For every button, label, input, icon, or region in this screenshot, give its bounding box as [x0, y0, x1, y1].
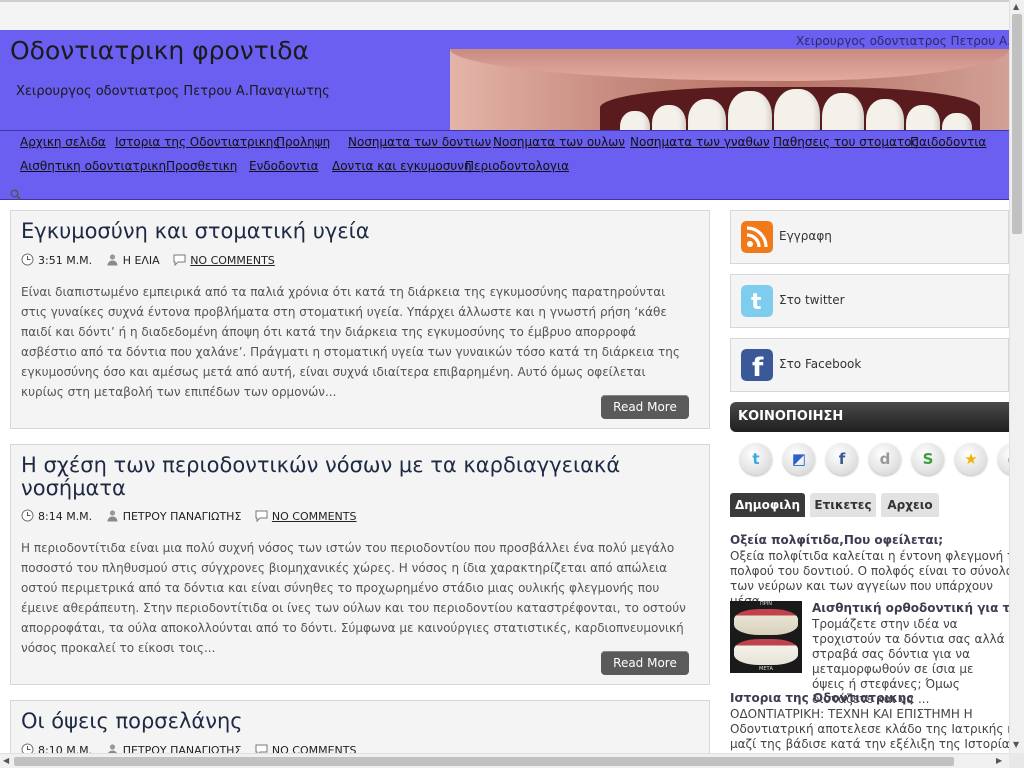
post-title[interactable]: Οι όψεις πορσελάνης: [21, 710, 661, 733]
twitter-share-icon[interactable]: t: [740, 443, 772, 475]
thumb-label-after: ΜΕΤΑ: [759, 666, 773, 672]
tooth-shape: [620, 111, 650, 130]
digg-share-icon[interactable]: d: [869, 443, 901, 475]
read-more-button[interactable]: Read More: [601, 651, 689, 675]
post-author[interactable]: ΠΕΤΡΟΥ ΠΑΝΑΓΙΩΤΗΣ: [123, 510, 242, 523]
subscribe-label: Εγγραφη: [779, 229, 832, 243]
favorite-share-icon[interactable]: ★: [955, 443, 987, 475]
post-meta: 8:14 Μ.Μ. ΠΕΤΡΟΥ ΠΑΝΑΓΙΩΤΗΣ NO COMMENTS: [21, 509, 357, 523]
post-card: Εγκυμοσύνη και στοματική υγεία 3:51 Μ.Μ.…: [10, 210, 710, 429]
scroll-down-icon[interactable]: ▼: [1013, 740, 1019, 749]
nav-item-periodontology[interactable]: Περιοδοντολογια: [465, 159, 569, 173]
popular-post-title[interactable]: Ιστορια της Οδοντιατρικης: [730, 691, 913, 705]
header-smile-image: [450, 49, 1009, 130]
nav-item-mouth-conditions[interactable]: Παθησεις του στοματος: [773, 135, 919, 149]
vertical-scrollbar[interactable]: ▲ ▼: [1009, 0, 1024, 753]
share-more-icon[interactable]: ●: [998, 443, 1009, 475]
facebook-label: Στο Facebook: [779, 357, 862, 371]
post-comments-link[interactable]: NO COMMENTS: [190, 254, 275, 267]
upper-lip-shape: [450, 49, 1009, 81]
popular-post-excerpt: ΟΔΟΝΤΙΑΤΡΙΚΗ: ΤΕΧΝΗ ΚΑΙ ΕΠΙΣΤΗΜΗ Η Οδοντ…: [730, 707, 1009, 755]
delicious-share-icon[interactable]: ◩: [783, 443, 815, 475]
tooth-shape: [728, 91, 772, 130]
tooth-shape: [906, 105, 940, 130]
thumb-teeth-before: [734, 609, 798, 635]
post-excerpt: Είναι διαπιστωμένο εμπειρικά από τα παλι…: [21, 285, 680, 399]
sidebar: Εγγραφη t Στο twitter f Στο Facebook ΚΟΙ…: [730, 200, 1009, 755]
subscribe-rss-box[interactable]: Εγγραφη: [730, 210, 1009, 264]
share-header: ΚΟΙΝΟΠΟΙΗΣΗ: [730, 402, 1009, 432]
browser-top-strip: [0, 0, 1009, 30]
popular-post-title[interactable]: Αισθητική ορθοδοντική για τους ενήλικες: [812, 601, 1009, 615]
post-card: Οι όψεις πορσελάνης 8:10 Μ.Μ. ΠΕΤΡΟΥ ΠΑΝ…: [10, 700, 710, 755]
tab-archive[interactable]: Αρχειο: [881, 493, 939, 517]
header-ticker: Χειρουργος οδοντιατρος Πετρου Α.Παναγιωτ…: [796, 34, 1009, 48]
scroll-up-icon[interactable]: ▲: [1013, 2, 1019, 11]
comment-icon: [173, 254, 186, 266]
tooth-shape: [822, 93, 864, 130]
popular-post-title[interactable]: Οξεία πολφίτιδα,Που οφείλεται;: [730, 533, 943, 547]
tooth-shape: [942, 113, 972, 130]
nav-item-jaw-diseases[interactable]: Νοσηματα των γναθων: [630, 135, 770, 149]
nav-item-aesthetic[interactable]: Αισθητικη οδοντιατρικη: [20, 159, 166, 173]
post-comments-link[interactable]: NO COMMENTS: [272, 510, 357, 523]
mouth-shape: [600, 87, 980, 130]
main-navigation: Αρχικη σελιδα Ιστορια της Οδοντιατρικης …: [0, 130, 1009, 201]
author-icon: [107, 254, 118, 266]
facebook-box[interactable]: f Στο Facebook: [730, 338, 1009, 392]
scroll-right-icon[interactable]: ▶: [996, 756, 1002, 765]
site-header: Οδοντιατρικη φροντιδα Χειρουργος οδοντια…: [0, 30, 1009, 130]
tooth-shape: [652, 105, 686, 130]
tooth-shape: [866, 99, 904, 130]
horizontal-scrollbar[interactable]: ◀ ▶: [0, 753, 1009, 768]
ticker-text: Χειρουργος οδοντιατρος Πετρου Α.Παναγιωτ…: [796, 34, 1009, 48]
stumbleupon-share-icon[interactable]: S: [912, 443, 944, 475]
main-content: Εγκυμοσύνη και στοματική υγεία 3:51 Μ.Μ.…: [0, 200, 720, 755]
post-title[interactable]: Εγκυμοσύνη και στοματική υγεία: [21, 220, 661, 243]
post-author[interactable]: Η ΕΛΙΑ: [123, 254, 160, 267]
svg-text:t: t: [751, 290, 762, 315]
facebook-share-icon[interactable]: f: [826, 443, 858, 475]
horizontal-scroll-thumb[interactable]: [14, 757, 954, 766]
nav-item-prosthetics[interactable]: Προσθετικη: [166, 159, 237, 173]
nav-item-tooth-diseases[interactable]: Νοσηματα των δοντιων: [348, 135, 491, 149]
tooth-shape: [774, 89, 820, 130]
twitter-box[interactable]: t Στο twitter: [730, 274, 1009, 328]
nav-item-prevention[interactable]: Προληψη: [276, 135, 330, 149]
thumb-teeth-after: [734, 639, 798, 665]
post-time: 8:14 Μ.Μ.: [38, 510, 93, 523]
comment-icon: [255, 510, 268, 522]
tab-tags[interactable]: Ετικετες: [810, 493, 876, 517]
nav-item-endodontics[interactable]: Ενδοδοντια: [249, 159, 319, 173]
vertical-scroll-thumb[interactable]: [1012, 14, 1022, 234]
read-more-button[interactable]: Read More: [601, 395, 689, 419]
post-excerpt: Η περιοδοντίτιδα είναι μια πολύ συχνή νό…: [21, 541, 686, 655]
twitter-label: Στο twitter: [779, 293, 845, 307]
scroll-left-icon[interactable]: ◀: [3, 756, 9, 765]
popular-post-excerpt: Οξεία πολφίτιδα καλείται η έντονη φλεγμο…: [730, 549, 1009, 608]
author-icon: [107, 510, 118, 522]
scrollbar-corner: [1009, 753, 1024, 768]
site-title[interactable]: Οδοντιατρικη φροντιδα: [10, 36, 309, 65]
nav-item-pregnancy[interactable]: Δοντια και εγκυμοσυνη: [332, 159, 472, 173]
nav-item-pedodontics[interactable]: Παιδοδοντια: [910, 135, 986, 149]
tooth-shape: [688, 99, 726, 130]
popular-post-thumbnail[interactable]: ΠΡΙΝ ΜΕΤΑ: [730, 601, 802, 673]
post-title[interactable]: Η σχέση των περιοδοντικών νόσων με τα κα…: [21, 454, 661, 500]
thumb-label-before: ΠΡΙΝ: [760, 601, 772, 607]
clock-icon: [21, 253, 34, 266]
post-time: 3:51 Μ.Μ.: [38, 254, 93, 267]
svg-text:f: f: [752, 353, 764, 381]
post-meta: 3:51 Μ.Μ. Η ΕΛΙΑ NO COMMENTS: [21, 253, 275, 267]
rss-icon: [741, 221, 773, 253]
site-subtitle: Χειρουργος οδοντιατρος Πετρου Α.Παναγιωτ…: [16, 84, 330, 99]
facebook-icon: f: [741, 349, 773, 381]
tab-popular[interactable]: Δημοφιλη: [730, 493, 805, 517]
nav-item-history[interactable]: Ιστορια της Οδοντιατρικης: [115, 135, 280, 149]
post-card: Η σχέση των περιοδοντικών νόσων με τα κα…: [10, 444, 710, 685]
clock-icon: [21, 509, 34, 522]
nav-item-home[interactable]: Αρχικη σελιδα: [20, 135, 106, 149]
nav-item-gum-diseases[interactable]: Νοσηματα των ουλων: [493, 135, 625, 149]
twitter-icon: t: [741, 285, 773, 317]
